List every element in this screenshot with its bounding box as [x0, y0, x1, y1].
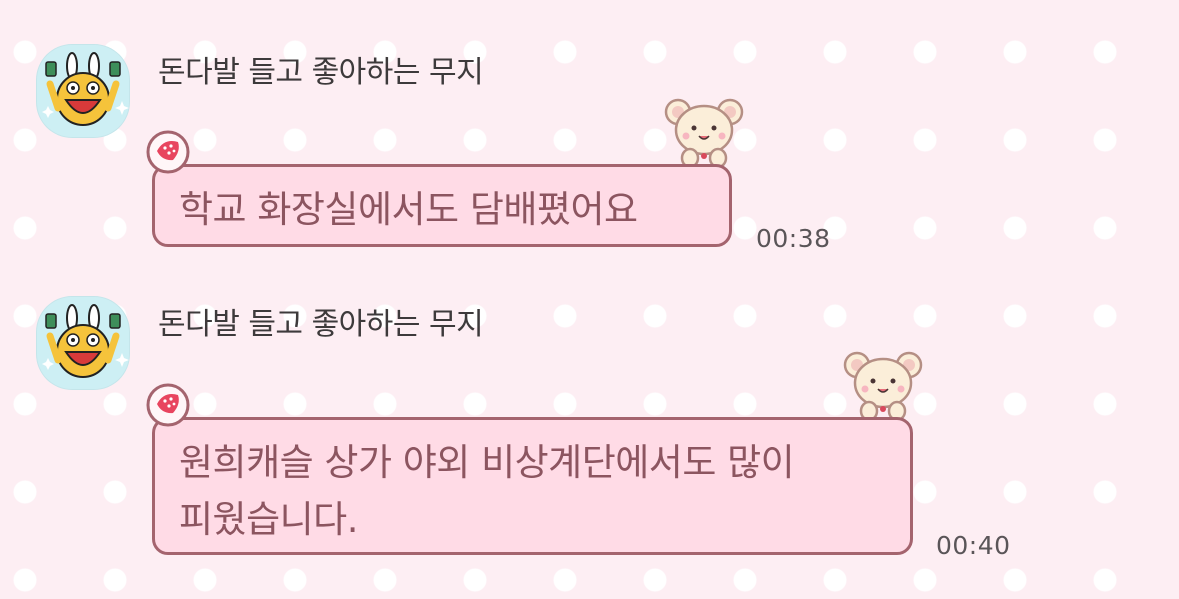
message-line: 원희캐슬 상가 야외 비상계단에서도 많이	[179, 441, 795, 484]
message-text: 학교 화장실에서도 담배폈어요	[179, 181, 638, 238]
sender-name: 돈다발 들고 좋아하는 무지	[158, 307, 484, 342]
muzi-money-icon	[42, 52, 129, 126]
timestamp: 00:38	[756, 224, 831, 253]
message-bubble[interactable]: 원희캐슬 상가 야외 비상계단에서도 많이 피웠습니다.	[152, 417, 913, 555]
timestamp: 00:40	[936, 531, 1011, 560]
bear-icon	[843, 349, 923, 427]
message-text: 원희캐슬 상가 야외 비상계단에서도 많이 피웠습니다.	[179, 434, 795, 548]
strawberry-icon	[144, 129, 192, 179]
message-line: 피웠습니다.	[179, 498, 358, 541]
bear-icon	[664, 96, 744, 174]
sender-name: 돈다발 들고 좋아하는 무지	[158, 55, 484, 90]
message-bubble[interactable]: 학교 화장실에서도 담배폈어요	[152, 164, 732, 247]
message-line: 학교 화장실에서도 담배폈어요	[179, 188, 638, 231]
avatar[interactable]	[36, 44, 130, 138]
muzi-money-icon	[42, 304, 129, 378]
strawberry-icon	[144, 382, 192, 432]
avatar[interactable]	[36, 296, 130, 390]
